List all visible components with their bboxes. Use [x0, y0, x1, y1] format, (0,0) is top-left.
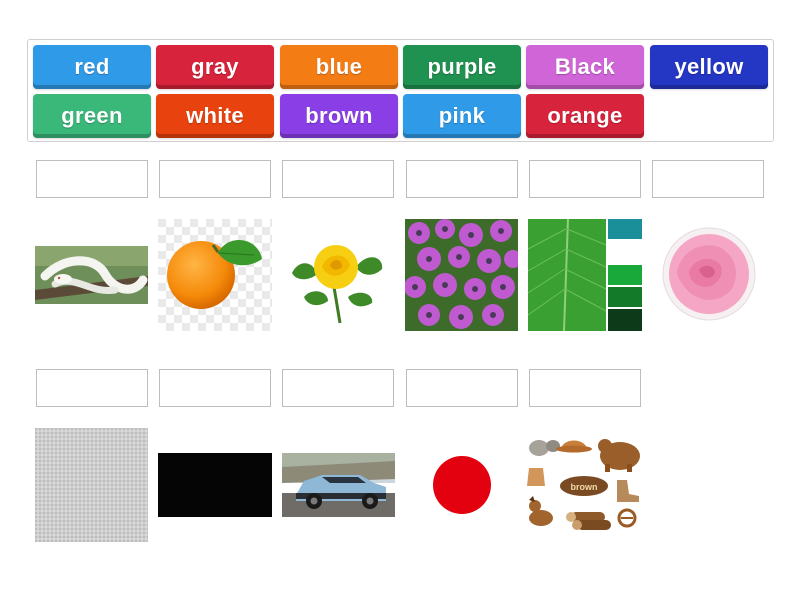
image-brown-things: brown — [527, 434, 643, 532]
drop-slot-8[interactable] — [159, 369, 271, 407]
image-blue-car — [282, 453, 395, 517]
image-orange — [158, 219, 272, 331]
word-tile-purple[interactable]: purple — [403, 45, 521, 89]
drop-slot-1[interactable] — [36, 160, 148, 198]
image-pink-rose — [655, 224, 763, 324]
drop-slot-6[interactable] — [652, 160, 764, 198]
image-gray-fabric — [35, 428, 148, 542]
image-green-leaf — [528, 219, 642, 331]
word-tile-blue[interactable]: blue — [280, 45, 398, 89]
word-tile-brown[interactable]: brown — [280, 94, 398, 138]
drop-slot-10[interactable] — [406, 369, 518, 407]
drop-slot-2[interactable] — [159, 160, 271, 198]
word-tile-green[interactable]: green — [33, 94, 151, 138]
word-tile-white[interactable]: white — [156, 94, 274, 138]
word-tile-gray[interactable]: gray — [156, 45, 274, 89]
word-tile-yellow[interactable]: yellow — [650, 45, 768, 89]
word-tile-pink[interactable]: pink — [403, 94, 521, 138]
drop-slot-3[interactable] — [282, 160, 394, 198]
image-white-snake — [35, 246, 148, 304]
image-black-rectangle — [158, 453, 272, 517]
word-tile-black[interactable]: Black — [526, 45, 644, 89]
drop-slot-4[interactable] — [406, 160, 518, 198]
word-bank: red gray blue purple Black yellow green … — [27, 39, 774, 142]
image-yellow-rose — [282, 237, 388, 325]
drop-slot-5[interactable] — [529, 160, 641, 198]
drop-slot-9[interactable] — [282, 369, 394, 407]
image-purple-flowers — [405, 219, 518, 331]
image-red-circle — [432, 455, 492, 515]
word-tile-red[interactable]: red — [33, 45, 151, 89]
drop-slot-11[interactable] — [529, 369, 641, 407]
word-tile-orange[interactable]: orange — [526, 94, 644, 138]
brown-sign-text: brown — [571, 482, 598, 492]
drop-slot-7[interactable] — [36, 369, 148, 407]
